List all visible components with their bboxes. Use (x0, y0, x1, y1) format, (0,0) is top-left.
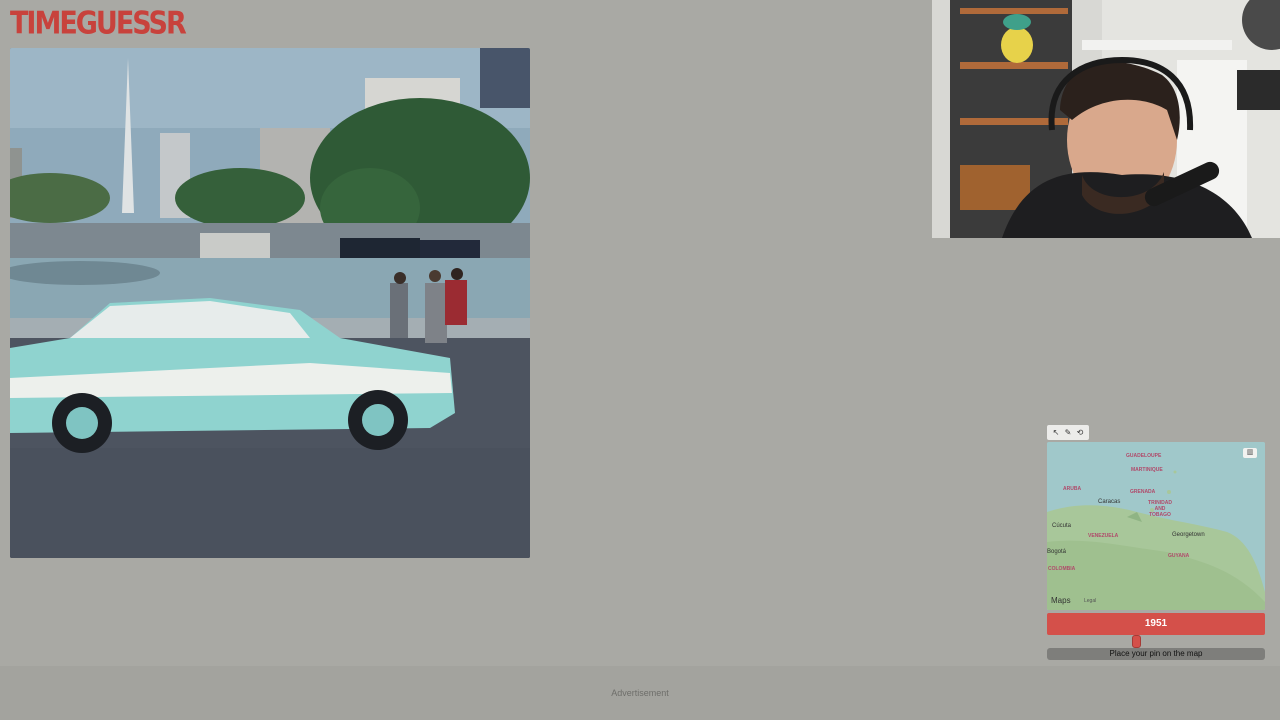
map-region-label: ARUBA (1063, 486, 1082, 492)
timeguessr-logo[interactable]: TIMEGUESSR (10, 6, 187, 42)
place-pin-button[interactable]: Place your pin on the map (1047, 648, 1265, 660)
map-city-label: Bogotá (1047, 549, 1067, 555)
map-region-label: MARTINIQUE (1131, 467, 1163, 473)
map-region-label: COLOMBIA (1048, 566, 1076, 572)
historic-photo[interactable] (10, 48, 530, 558)
map-region-label: VENEZUELA (1088, 533, 1119, 539)
pin-icon[interactable]: ✎ (1063, 428, 1073, 438)
map-region-label: GRENADA (1130, 489, 1156, 495)
map-city-label: Caracas (1098, 499, 1121, 505)
map-legal-link[interactable]: Legal (1084, 598, 1096, 604)
map-layers-button[interactable]: ▥ (1243, 448, 1257, 458)
map-toolbar: ↖ ✎ ⟲ (1047, 425, 1089, 440)
guess-map[interactable]: ▥ GUADELOUPE MARTINIQUE ARUBA GRENADA TR… (1047, 442, 1265, 610)
expand-icon[interactable]: ↖ (1051, 428, 1061, 438)
year-slider-track[interactable]: 1951 (1047, 613, 1265, 635)
year-value: 1951 (1144, 618, 1168, 629)
webcam-feed (932, 0, 1280, 238)
maps-brand: Maps (1051, 596, 1071, 605)
ad-label: Advertisement (611, 688, 669, 698)
year-slider-thumb[interactable] (1132, 635, 1141, 648)
map-city-label: Georgetown (1172, 532, 1205, 538)
reset-icon[interactable]: ⟲ (1075, 428, 1085, 438)
map-city-label: Cúcuta (1052, 523, 1072, 529)
map-region-label: TRINIDAD AND TOBAGO (1148, 500, 1172, 518)
map-region-label: GUYANA (1168, 553, 1190, 559)
map-region-label: GUADELOUPE (1126, 453, 1162, 459)
